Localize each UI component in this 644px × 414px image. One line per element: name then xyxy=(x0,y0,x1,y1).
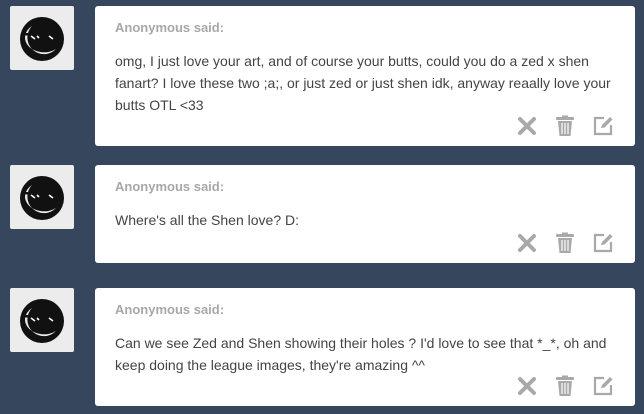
edit-button[interactable] xyxy=(592,375,614,397)
post-actions xyxy=(516,232,614,254)
asker-label[interactable]: Anonymous said: xyxy=(115,20,224,35)
anonymous-sunglasses-avatar-icon xyxy=(20,299,64,343)
ask-card: Anonymous said: Where's all the Shen lov… xyxy=(95,165,635,263)
x-icon xyxy=(518,234,536,252)
question-text: Where's all the Shen love? D: xyxy=(115,212,299,228)
edit-button[interactable] xyxy=(592,232,614,254)
avatar[interactable] xyxy=(10,165,74,229)
question-text: Can we see Zed and Shen showing their ho… xyxy=(115,335,607,373)
ask-card: Anonymous said: Can we see Zed and Shen … xyxy=(95,288,635,406)
avatar[interactable] xyxy=(10,288,74,352)
trash-button[interactable] xyxy=(554,375,576,397)
delete-button[interactable] xyxy=(516,375,538,397)
x-icon xyxy=(518,377,536,395)
delete-button[interactable] xyxy=(516,232,538,254)
edit-icon xyxy=(593,233,613,253)
ask-card: Anonymous said: omg, I just love your ar… xyxy=(95,6,635,146)
edit-icon xyxy=(593,376,613,396)
trash-button[interactable] xyxy=(554,115,576,137)
asker-label[interactable]: Anonymous said: xyxy=(115,302,224,317)
asker-label[interactable]: Anonymous said: xyxy=(115,179,224,194)
x-icon xyxy=(518,117,536,135)
edit-icon xyxy=(593,116,613,136)
trash-icon xyxy=(556,115,574,136)
edit-button[interactable] xyxy=(592,115,614,137)
trash-button[interactable] xyxy=(554,232,576,254)
post-actions xyxy=(516,375,614,397)
anonymous-sunglasses-avatar-icon xyxy=(20,17,64,61)
post-actions xyxy=(516,115,614,137)
trash-icon xyxy=(556,232,574,253)
question-text: omg, I just love your art, and of course… xyxy=(115,53,611,113)
trash-icon xyxy=(556,375,574,396)
avatar[interactable] xyxy=(10,6,74,70)
anonymous-sunglasses-avatar-icon xyxy=(20,176,64,220)
delete-button[interactable] xyxy=(516,115,538,137)
